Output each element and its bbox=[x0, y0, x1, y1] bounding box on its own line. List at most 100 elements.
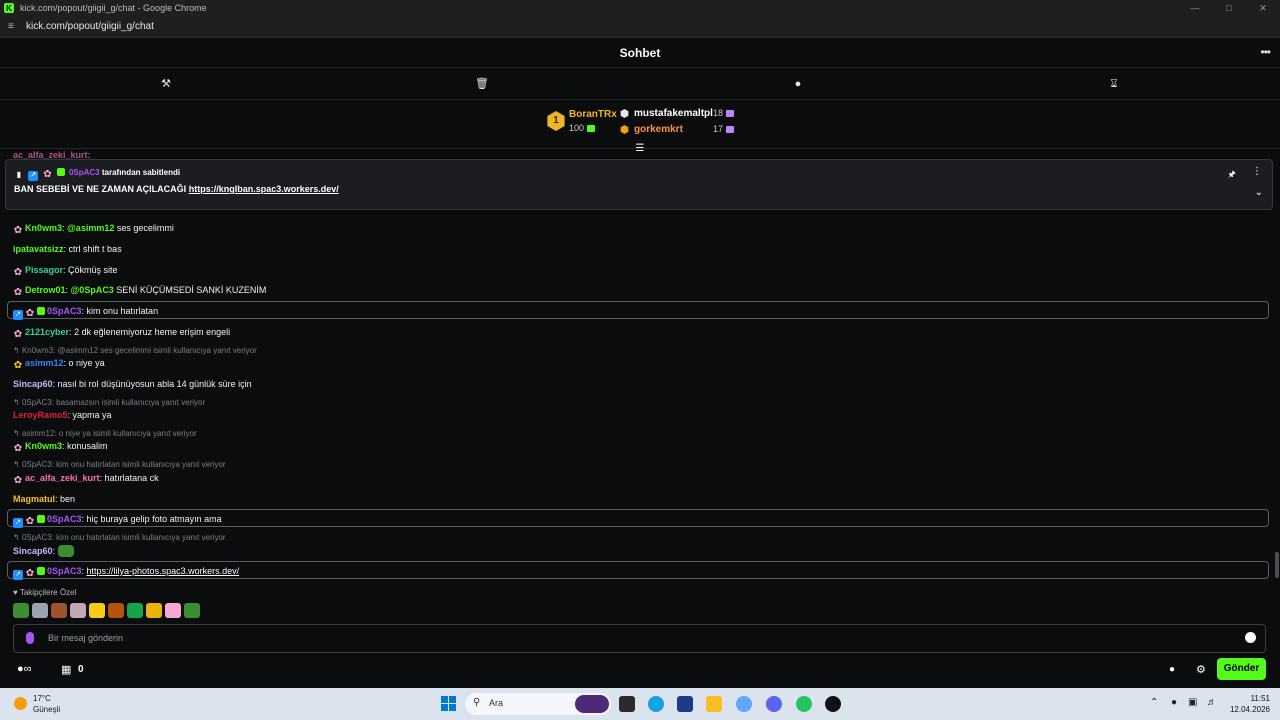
reply-arrow-icon: ↰ bbox=[13, 346, 22, 355]
leader-1-name[interactable]: BoranTRx bbox=[569, 109, 617, 120]
url-field[interactable]: kick.com/popout/giigii_g/chat bbox=[26, 21, 154, 32]
chat-username[interactable]: Magmatul bbox=[13, 494, 55, 504]
chat-username[interactable]: 2121cyber bbox=[25, 327, 69, 337]
emote-snake-icon[interactable] bbox=[127, 603, 143, 618]
leader-3-name[interactable]: gorkemkrt bbox=[634, 124, 683, 135]
emote-cat2-icon[interactable] bbox=[70, 603, 86, 618]
reply-context[interactable]: ↰ 0SpAC3: kim onu hatırlatan isimli kull… bbox=[13, 533, 226, 543]
gift-icon bbox=[726, 126, 735, 133]
rank-3-badge bbox=[620, 125, 629, 134]
chat-username[interactable]: Kn0wm3 bbox=[25, 223, 62, 233]
chat-message-text: yapma ya bbox=[72, 410, 112, 420]
emote-cat-icon[interactable] bbox=[32, 603, 48, 618]
rank-2-badge bbox=[620, 109, 629, 118]
emote-yellow-icon[interactable] bbox=[89, 603, 105, 618]
chevron-down-icon[interactable]: ⌄ bbox=[1255, 187, 1263, 198]
chat-icon[interactable]: ● bbox=[1169, 664, 1175, 675]
site-settings-icon[interactable]: ≡ bbox=[8, 21, 18, 32]
task-view-icon[interactable] bbox=[619, 696, 635, 712]
reply-arrow-icon: ↰ bbox=[13, 429, 22, 438]
chat-message-text: 2 dk eğlenemiyoruz heme erişim engeli bbox=[74, 327, 231, 337]
reply-context[interactable]: ↰ 0SpAC3: kim onu hatırlatan isimli kull… bbox=[13, 460, 226, 470]
pin-icon[interactable]: 🖈︎ bbox=[1228, 167, 1236, 183]
reply-arrow-icon: ↰ bbox=[13, 533, 22, 542]
minimize-icon[interactable]: — bbox=[1178, 0, 1212, 16]
reply-context[interactable]: ↰ Kn0wm3: @asimm12 ses gecelimmi isimli … bbox=[13, 346, 257, 356]
chat-username[interactable]: ac_alfa_zeki_kurt bbox=[25, 473, 100, 483]
store-icon[interactable]: ▦ bbox=[61, 663, 71, 676]
chrome-icon[interactable] bbox=[796, 696, 812, 712]
pinned-message: ▮ ↗ ✿ 0SpAC3 tarafından sabitlendi BAN S… bbox=[5, 159, 1273, 210]
chat-username[interactable]: Sincap60 bbox=[13, 546, 53, 556]
reply-arrow-icon: ↰ bbox=[13, 398, 22, 407]
butterfly-badge-icon: ✿ bbox=[13, 329, 23, 340]
file-explorer-icon[interactable] bbox=[706, 696, 722, 712]
chat-username[interactable]: 0SpAC3 bbox=[47, 566, 82, 576]
search-icon: ⚲ bbox=[473, 697, 481, 708]
chat-header: Sohbet ••• bbox=[0, 38, 1280, 68]
sun-icon[interactable] bbox=[14, 697, 27, 710]
pinned-by-user[interactable]: 0SpAC3 bbox=[69, 168, 100, 177]
chat-username[interactable]: asimm12 bbox=[25, 358, 64, 368]
reply-context[interactable]: ↰ 0SpAC3: basamazsın isimli kullanıcıya … bbox=[13, 398, 205, 408]
chat-username[interactable]: LeroyRamo5 bbox=[13, 410, 68, 420]
emote-quick-row bbox=[13, 603, 200, 618]
scrollbar[interactable] bbox=[1275, 552, 1279, 578]
network-icon[interactable]: ▣ bbox=[1188, 697, 1197, 708]
chat-username[interactable]: Kn0wm3 bbox=[25, 441, 62, 451]
chat-message-text: SENİ KÜÇÜMSEDİ SANKİ KUZENİM bbox=[116, 285, 267, 295]
hammer-icon[interactable]: ⚒ bbox=[159, 77, 173, 91]
chat-mention[interactable]: @0SpAC3 bbox=[71, 285, 114, 295]
chat-bubble-icon[interactable]: ● bbox=[791, 77, 805, 91]
frog-emote-icon bbox=[57, 545, 74, 557]
weather-condition: Güneşli bbox=[33, 705, 61, 714]
chat-username[interactable]: Detrow01 bbox=[25, 285, 66, 295]
windows-start-icon[interactable] bbox=[441, 696, 456, 711]
settings-app-icon[interactable] bbox=[736, 696, 752, 712]
emote-pink-icon[interactable] bbox=[165, 603, 181, 618]
store-app-icon[interactable] bbox=[677, 696, 693, 712]
hourglass-icon[interactable]: ⌛︎ bbox=[1107, 77, 1121, 91]
microphone-icon[interactable] bbox=[26, 632, 34, 644]
leader-2-name[interactable]: mustafakemaltpl bbox=[634, 108, 713, 119]
trash-icon[interactable]: 🗑︎ bbox=[475, 77, 489, 91]
restore-icon[interactable]: □ bbox=[1212, 0, 1246, 16]
chat-username[interactable]: Sincap60 bbox=[13, 379, 53, 389]
chat-mention[interactable]: @asimm12 bbox=[67, 223, 114, 233]
clock-time[interactable]: 11:51 bbox=[1236, 694, 1270, 703]
reply-context[interactable]: ↰ asimm12: o niye ya isimli kullanıcıya … bbox=[13, 429, 197, 439]
browser-title-bar: K kick.com/popout/giigii_g/chat - Google… bbox=[0, 0, 1280, 16]
chat-username[interactable]: 0SpAC3 bbox=[47, 514, 82, 524]
chat-username[interactable]: ipatavatsizz bbox=[13, 244, 64, 254]
send-button[interactable]: Gönder bbox=[1217, 658, 1266, 680]
volume-icon[interactable]: ♬ bbox=[1207, 697, 1217, 708]
butterfly-badge-icon: ✿ bbox=[25, 308, 35, 319]
tray-chevron-icon[interactable]: ⌃ bbox=[1150, 697, 1158, 708]
emote-face-icon[interactable] bbox=[51, 603, 67, 618]
emote-frog2-icon[interactable] bbox=[184, 603, 200, 618]
emoji-picker-icon[interactable] bbox=[1245, 632, 1256, 643]
pinned-options-icon[interactable]: ⋮ bbox=[1252, 166, 1262, 177]
emote-person-icon[interactable] bbox=[108, 603, 124, 618]
chat-link[interactable]: https://lilya-photos.spac3.workers.dev/ bbox=[87, 566, 240, 576]
message-input[interactable]: Bir mesaj gönderin bbox=[13, 624, 1266, 653]
taskbar-search[interactable]: ⚲ Ara bbox=[465, 693, 611, 715]
discord-icon[interactable] bbox=[766, 696, 782, 712]
chat-message: ↗ ✿ 0SpAC3: kim onu hatırlatan bbox=[13, 305, 158, 320]
edge-icon[interactable] bbox=[648, 696, 664, 712]
gear-icon[interactable]: ⚙ bbox=[1196, 663, 1206, 676]
chat-username[interactable]: Pissagor bbox=[25, 265, 63, 275]
vip-badge-icon: ↗ bbox=[28, 171, 39, 181]
gift-badge-icon bbox=[37, 567, 45, 575]
tray-mic-icon[interactable]: ● bbox=[1171, 697, 1177, 708]
close-icon[interactable]: ✕ bbox=[1246, 0, 1280, 16]
emote-hands-icon[interactable] bbox=[146, 603, 162, 618]
pinned-link[interactable]: https://knglban.spac3.workers.dev/ bbox=[189, 184, 339, 194]
more-options-icon[interactable]: ••• bbox=[1260, 45, 1271, 59]
steam-icon[interactable] bbox=[825, 696, 841, 712]
chat-username[interactable]: 0SpAC3 bbox=[47, 306, 82, 316]
users-icon[interactable]: ●∞ bbox=[17, 663, 32, 675]
clock-date[interactable]: 12.04.2026 bbox=[1224, 705, 1270, 714]
chat-message-text: konusalim bbox=[67, 441, 108, 451]
emote-frog-icon[interactable] bbox=[13, 603, 29, 618]
